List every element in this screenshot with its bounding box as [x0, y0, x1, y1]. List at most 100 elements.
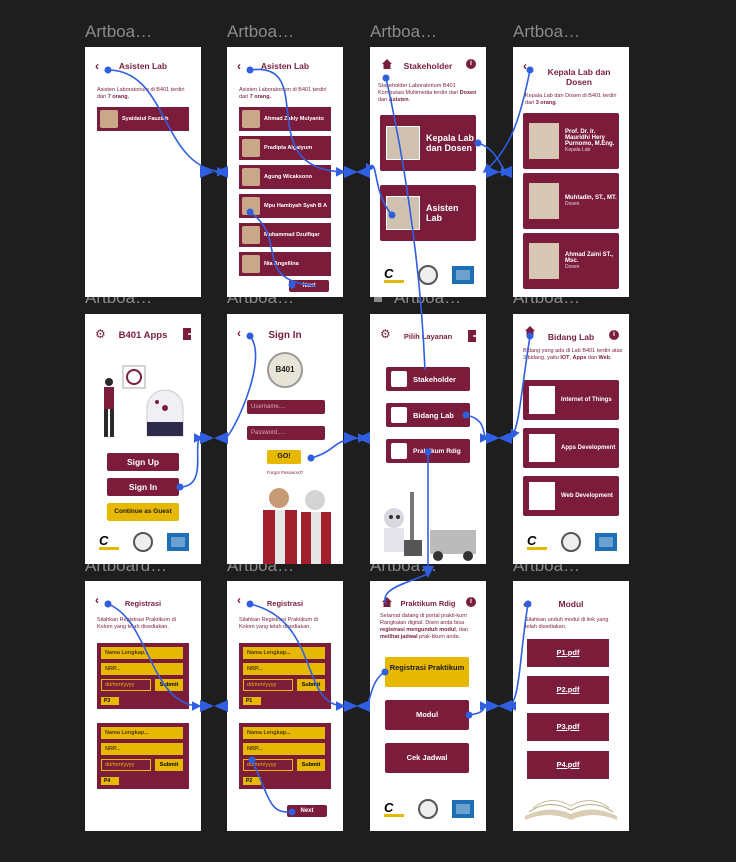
member-name: Ahmad Zakiy Mulyanto [264, 116, 324, 122]
page-title: Registrasi [124, 599, 162, 608]
nrp-input[interactable]: NRP... [243, 743, 325, 755]
desc-text: Stakeholder Laboratorium B401 Komputasi … [378, 83, 460, 96]
page-title: Asisten Lab [260, 61, 310, 71]
back-arrow-icon[interactable]: ‹ [523, 60, 527, 72]
member-row[interactable]: Muhammad Dzulfiqar [239, 223, 331, 247]
go-button[interactable]: GO! [267, 450, 301, 464]
desc-bold: Asisten [388, 97, 409, 103]
logout-icon[interactable] [183, 328, 193, 340]
file-link-p2[interactable]: P2.pdf [527, 676, 609, 704]
date-input[interactable]: dd/mm/yyyy [243, 759, 293, 771]
info-icon[interactable]: i [609, 330, 619, 340]
sign-in-button[interactable]: Sign In [107, 478, 179, 496]
sign-up-button[interactable]: Sign Up [107, 453, 179, 471]
artboard-asisten-lab-2: ‹ Asisten Lab Asisten Laboratorium di B4… [227, 47, 343, 297]
desc-bold: Web [598, 355, 611, 361]
member-name: Mpu Hambyah Syah B A [264, 203, 328, 209]
avatar [242, 226, 260, 244]
artboard-title[interactable]: Artboa… [370, 22, 437, 42]
partner-logos: C [384, 265, 474, 285]
submit-button[interactable]: Submit [297, 679, 325, 691]
bidang-iot-card[interactable]: Internet of Things [523, 380, 619, 420]
desc-bold: 7 orang. [107, 94, 130, 100]
bidang-apps-card[interactable]: Apps Development [523, 428, 619, 468]
desc-text: . [610, 355, 612, 361]
artboard-pilih-layanan: ⚙ Pilih Layanan Stakeholder Bidang Lab P… [370, 314, 486, 564]
desc-text: prak-tikum anda. [417, 634, 461, 640]
member-row[interactable]: Pradipta Algaiyum [239, 136, 331, 160]
date-input[interactable]: dd/mm/yyyy [101, 679, 151, 691]
info-icon[interactable]: i [466, 597, 476, 607]
file-link-p3[interactable]: P3.pdf [527, 713, 609, 741]
username-field[interactable]: Username.... [247, 400, 325, 414]
file-link-p1[interactable]: P1.pdf [527, 639, 609, 667]
member-name: Syaidatul Fauziah [122, 116, 169, 122]
modul-button[interactable]: Modul [385, 700, 469, 730]
member-row[interactable]: Agung Wicaksono [239, 165, 331, 189]
member-row[interactable]: Ahmad Zakiy Mulyanto [239, 107, 331, 131]
desc-text: . [408, 97, 411, 103]
session-tag: P4 [101, 777, 119, 785]
name-input[interactable]: Nama Lengkap... [243, 647, 325, 659]
artboard-stakeholder: Stakeholder i Stakeholder Laboratorium B… [370, 47, 486, 297]
guest-button[interactable]: Continue as Guest [107, 503, 179, 521]
bidang-label: Internet of Things [561, 397, 612, 403]
desc-text: dan [378, 97, 389, 103]
bidang-web-card[interactable]: Web Development [523, 476, 619, 516]
info-icon[interactable]: i [466, 59, 476, 69]
nrp-input[interactable]: NRP... [101, 743, 183, 755]
next-button[interactable]: Next [287, 805, 327, 817]
asisten-lab-card[interactable]: Asisten Lab [380, 185, 476, 241]
submit-button[interactable]: Submit [155, 679, 183, 691]
submit-button[interactable]: Submit [155, 759, 183, 771]
robots-illustration [384, 492, 476, 561]
logout-icon[interactable] [468, 330, 478, 342]
avatar [242, 139, 260, 157]
menu-bidang-lab[interactable]: Bidang Lab [386, 403, 470, 427]
artboard-bidang-lab: Bidang Lab i Bidang yang ada di Lab B401… [513, 314, 629, 564]
its-logo [452, 266, 474, 284]
nrp-input[interactable]: NRP... [101, 663, 183, 675]
description: Asisten Laboratorium di B401 terdiri dar… [239, 87, 331, 101]
file-link-p4[interactable]: P4.pdf [527, 751, 609, 779]
artboard-title[interactable]: Artboa… [227, 22, 294, 42]
description: Asisten Laboratorium di B401 terdiri dar… [97, 87, 189, 101]
forgot-password-link[interactable]: Forgot Password? [227, 470, 343, 475]
date-input[interactable]: dd/mm/yyyy [243, 679, 293, 691]
its-seal-logo [561, 532, 581, 552]
iot-icon [529, 386, 555, 414]
b401-logo: B401 [267, 352, 303, 388]
nrp-input[interactable]: NRP... [243, 663, 325, 675]
menu-praktikum[interactable]: Praktikum Rdig [386, 439, 470, 463]
lecturer-info: Prof. Dr. Ir. Mauridhi Hery Purnomo, M.E… [565, 129, 619, 153]
lecturer-role: Kepala Lab [565, 147, 591, 153]
page-title: Asisten Lab [118, 61, 168, 71]
artboard-title[interactable]: Artboa… [513, 22, 580, 42]
member-row[interactable]: Nia Angellina [239, 252, 331, 276]
name-input[interactable]: Nama Lengkap... [101, 727, 183, 739]
session-tag: P1 [243, 697, 261, 705]
artboard-asisten-lab-1: ‹ Asisten Lab Asisten Laboratorium di B4… [85, 47, 201, 297]
its-seal-logo [133, 532, 153, 552]
jadwal-button[interactable]: Cek Jadwal [385, 743, 469, 773]
password-field[interactable]: Password..... [247, 426, 325, 440]
name-input[interactable]: Nama Lengkap... [243, 727, 325, 739]
artboard-title[interactable]: Artboa… [85, 22, 152, 42]
menu-stakeholder[interactable]: Stakeholder [386, 367, 470, 391]
description: Silahkan unduh modul di link yang telah … [525, 617, 609, 630]
lecturer-card[interactable]: Muhtadin, ST., MT. Dosen [523, 173, 619, 229]
name-input[interactable]: Nama Lengkap... [101, 647, 183, 659]
next-button[interactable]: Next [289, 280, 329, 292]
design-canvas: Artboa… Artboa… Artboa… Artboa… Artboa… … [0, 0, 736, 862]
submit-button[interactable]: Submit [297, 759, 325, 771]
date-input[interactable]: dd/mm/yyyy [101, 759, 151, 771]
member-row[interactable]: Syaidatul Fauziah [97, 107, 189, 131]
registrasi-button[interactable]: Registrasi Praktikum [385, 657, 469, 687]
page-title: Kepala Lab dan Dosen [547, 67, 611, 87]
lecturer-card[interactable]: Prof. Dr. Ir. Mauridhi Hery Purnomo, M.E… [523, 113, 619, 169]
member-row[interactable]: Mpu Hambyah Syah B A [239, 194, 331, 218]
kepala-lab-card[interactable]: Kepala Lab dan Dosen [380, 115, 476, 171]
registration-card: Nama Lengkap... NRP... dd/mm/yyyy Submit… [97, 723, 189, 789]
lecturer-card[interactable]: Ahmad Zaini ST., Msc. Dosen [523, 233, 619, 289]
card-label: Asisten Lab [426, 203, 459, 223]
